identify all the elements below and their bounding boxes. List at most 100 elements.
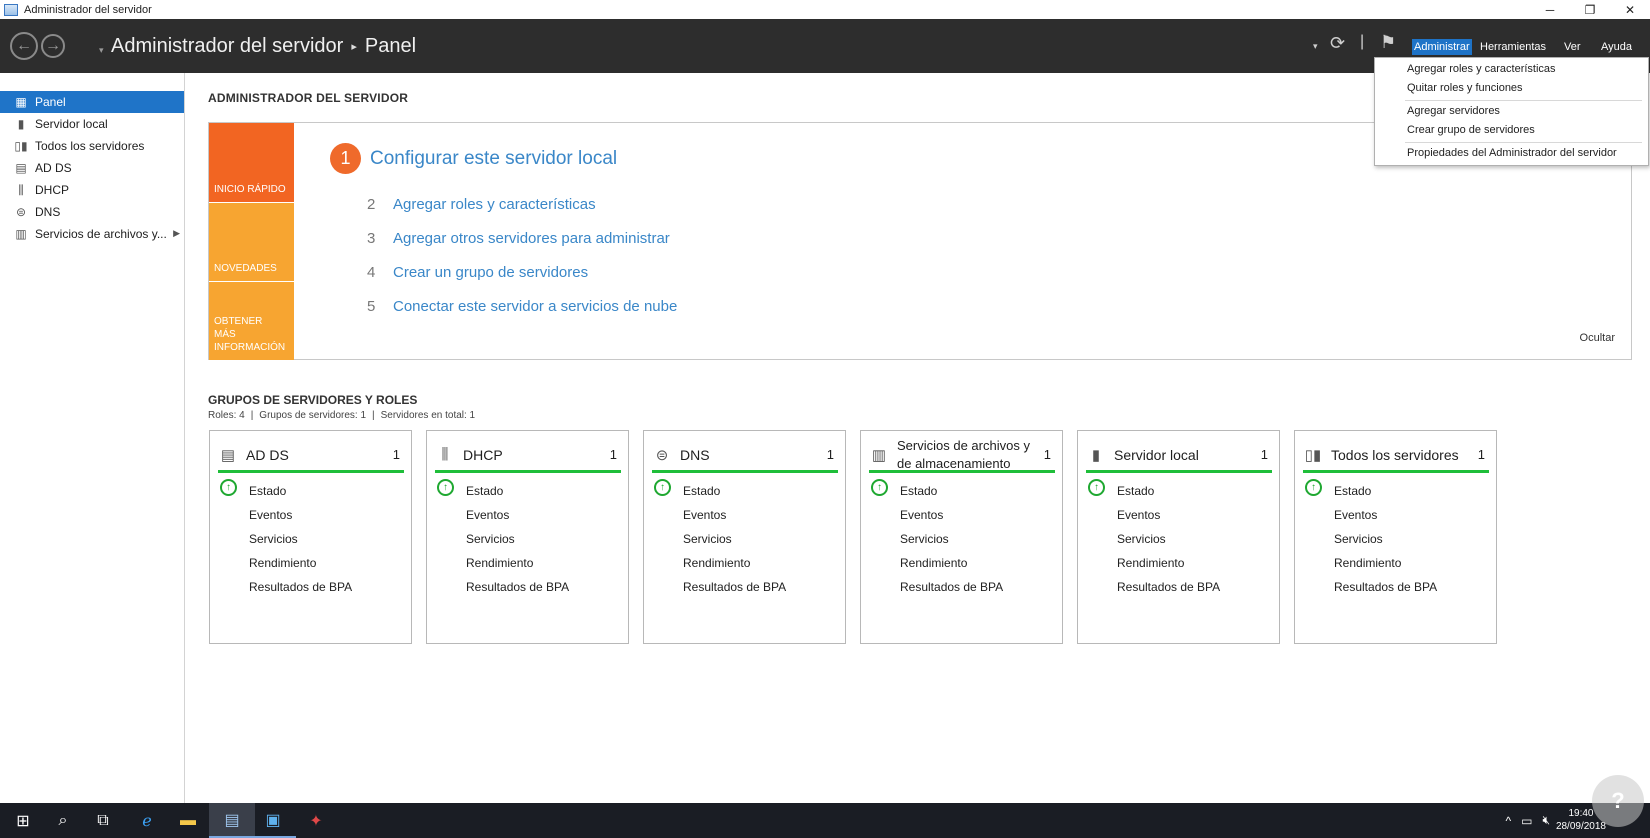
tile-row-rendimiento[interactable]: Rendimiento (900, 556, 967, 570)
tile-row-rendimiento[interactable]: Rendimiento (1117, 556, 1184, 570)
quick-start-step-5[interactable]: 5 Conectar este servidor a servicios de … (367, 298, 677, 315)
tile-row-estado[interactable]: Estado (1117, 484, 1154, 498)
menu-item-agregar-roles[interactable]: Agregar roles y características (1407, 63, 1556, 75)
sidebar-item-dhcp[interactable]: ⫼ DHCP (0, 179, 184, 201)
sidebar-item-servidor-local[interactable]: ▮ Servidor local (0, 113, 184, 135)
taskbar-app-contacts[interactable]: ▣ (250, 803, 296, 838)
tile-row-bpa[interactable]: Resultados de BPA (1117, 580, 1220, 594)
tile-title[interactable]: Todos los servidores (1331, 446, 1478, 464)
quick-start-step-2[interactable]: 2 Agregar roles y características (367, 196, 596, 213)
tile-row-rendimiento[interactable]: Rendimiento (466, 556, 533, 570)
tile-title[interactable]: DHCP (463, 446, 610, 464)
tile-row-eventos[interactable]: Eventos (1117, 508, 1160, 522)
tab-label: INICIO RÁPIDO (214, 184, 286, 195)
tile-row-rendimiento[interactable]: Rendimiento (249, 556, 316, 570)
tile-row-servicios[interactable]: Servicios (466, 532, 515, 546)
step-link[interactable]: Conectar este servidor a servicios de nu… (393, 298, 677, 315)
step-link[interactable]: Configurar este servidor local (370, 148, 617, 170)
tab-obtener-mas-informacion[interactable]: OBTENER MÁS INFORMACIÓN (209, 282, 294, 360)
sidebar-item-label: Servicios de archivos y... (35, 227, 167, 241)
sidebar-item-servicios-de-archivos[interactable]: ▥ Servicios de archivos y... ▶ (0, 223, 184, 245)
tile-row-estado[interactable]: Estado (1334, 484, 1371, 498)
hide-link[interactable]: Ocultar (1580, 332, 1615, 344)
quick-start-step-1[interactable]: 1 Configurar este servidor local (330, 143, 617, 174)
sidebar-item-panel[interactable]: ▦ Panel (0, 91, 184, 113)
tile-row-estado[interactable]: Estado (683, 484, 720, 498)
taskbar-internet-explorer[interactable]: ℯ (124, 803, 170, 838)
tile-title[interactable]: Servidor local (1114, 446, 1261, 464)
tile-row-rendimiento[interactable]: Rendimiento (1334, 556, 1401, 570)
menu-item-crear-grupo[interactable]: Crear grupo de servidores (1407, 124, 1535, 136)
server-manager-icon: ▤ (224, 811, 240, 829)
tile-row-rendimiento[interactable]: Rendimiento (683, 556, 750, 570)
task-view-icon: ⧉ (97, 811, 109, 829)
step-link[interactable]: Agregar otros servidores para administra… (393, 230, 670, 247)
network-icon[interactable]: ▭ (1521, 814, 1532, 828)
tile-row-bpa[interactable]: Resultados de BPA (466, 580, 569, 594)
tile-row-servicios[interactable]: Servicios (1334, 532, 1383, 546)
tile-row-estado[interactable]: Estado (249, 484, 286, 498)
chevron-up-icon[interactable]: ^ (1505, 814, 1511, 828)
tile-servidor-local[interactable]: ▮ Servidor local 1 ↑ Estado Eventos Servic… (1077, 430, 1280, 644)
tile-todos-los-servidores[interactable]: ▯▮ Todos los servidores 1 ↑ Estado Eventos… (1294, 430, 1497, 644)
sidebar-item-ad-ds[interactable]: ▤ AD DS (0, 157, 184, 179)
forward-button[interactable]: → (41, 34, 65, 58)
quick-start-step-4[interactable]: 4 Crear un grupo de servidores (367, 264, 588, 281)
taskbar-server-manager[interactable]: ▤ (209, 803, 255, 838)
tile-row-eventos[interactable]: Eventos (683, 508, 726, 522)
tile-row-bpa[interactable]: Resultados de BPA (900, 580, 1003, 594)
tab-novedades[interactable]: NOVEDADES (209, 203, 294, 281)
tab-inicio-rapido[interactable]: INICIO RÁPIDO (209, 123, 294, 202)
chevron-right-icon[interactable]: ▶ (173, 228, 180, 239)
taskbar-file-explorer[interactable]: ▬ (165, 803, 211, 838)
menu-ver[interactable]: Ver (1562, 39, 1583, 55)
tile-row-eventos[interactable]: Eventos (249, 508, 292, 522)
tile-dns[interactable]: ⊜ DNS 1 ↑ Estado Eventos Servicios Rendimi… (643, 430, 846, 644)
sidebar-item-label: DHCP (35, 183, 70, 197)
tab-label: NOVEDADES (214, 263, 277, 274)
folder-icon: ▬ (180, 811, 196, 829)
tile-servicios-de-archivos[interactable]: ▥ Servicios de archivos y de almacenamien… (860, 430, 1063, 644)
minimize-button[interactable]: ─ (1530, 0, 1570, 19)
tile-row-bpa[interactable]: Resultados de BPA (1334, 580, 1437, 594)
tile-title[interactable]: DNS (680, 446, 827, 464)
close-button[interactable]: ✕ (1610, 0, 1650, 19)
tile-row-bpa[interactable]: Resultados de BPA (249, 580, 352, 594)
menu-ayuda[interactable]: Ayuda (1599, 39, 1634, 55)
tile-row-eventos[interactable]: Eventos (1334, 508, 1377, 522)
menu-item-agregar-servidores[interactable]: Agregar servidores (1407, 105, 1500, 117)
speaker-muted-icon[interactable]: 🔇︎ (1542, 813, 1550, 828)
menu-item-quitar-roles[interactable]: Quitar roles y funciones (1407, 82, 1523, 94)
history-dropdown-icon[interactable]: ▾ (99, 45, 104, 56)
tile-row-servicios[interactable]: Servicios (1117, 532, 1166, 546)
sidebar-item-label: Todos los servidores (35, 139, 145, 153)
task-view-button[interactable]: ⧉ (80, 803, 126, 838)
tile-row-estado[interactable]: Estado (466, 484, 503, 498)
menu-item-propiedades[interactable]: Propiedades del Administrador del servid… (1407, 147, 1617, 159)
notifications-flag-icon[interactable]: ⚑ (1380, 32, 1396, 53)
step-link[interactable]: Crear un grupo de servidores (393, 264, 588, 281)
menu-administrar[interactable]: Administrar (1412, 39, 1472, 55)
sidebar-item-label: Servidor local (35, 117, 108, 131)
taskbar-app-network[interactable]: ✦ (293, 803, 339, 838)
tile-ad-ds[interactable]: ▤ AD DS 1 ↑ Estado Eventos Servicios Rendi… (209, 430, 412, 644)
sidebar-item-dns[interactable]: ⊜ DNS (0, 201, 184, 223)
tile-dhcp[interactable]: ⫼ DHCP 1 ↑ Estado Eventos Servicios Rendim… (426, 430, 629, 644)
tile-row-servicios[interactable]: Servicios (249, 532, 298, 546)
tile-row-bpa[interactable]: Resultados de BPA (683, 580, 786, 594)
tile-title[interactable]: Servicios de archivos y de almacenamient… (897, 437, 1044, 473)
tile-row-eventos[interactable]: Eventos (466, 508, 509, 522)
tile-row-servicios[interactable]: Servicios (900, 532, 949, 546)
tile-title[interactable]: AD DS (246, 446, 393, 464)
back-button[interactable]: ← (10, 32, 38, 60)
step-link[interactable]: Agregar roles y características (393, 196, 596, 213)
quick-start-step-3[interactable]: 3 Agregar otros servidores para administ… (367, 230, 670, 247)
refresh-icon[interactable]: ⟳ (1330, 33, 1345, 54)
tile-row-eventos[interactable]: Eventos (900, 508, 943, 522)
dropdown-icon[interactable]: ▾ (1313, 41, 1318, 52)
tile-row-estado[interactable]: Estado (900, 484, 937, 498)
maximize-button[interactable]: ❐ (1570, 0, 1610, 19)
tile-row-servicios[interactable]: Servicios (683, 532, 732, 546)
sidebar-item-todos-los-servidores[interactable]: ▯▮ Todos los servidores (0, 135, 184, 157)
menu-herramientas[interactable]: Herramientas (1478, 39, 1548, 55)
